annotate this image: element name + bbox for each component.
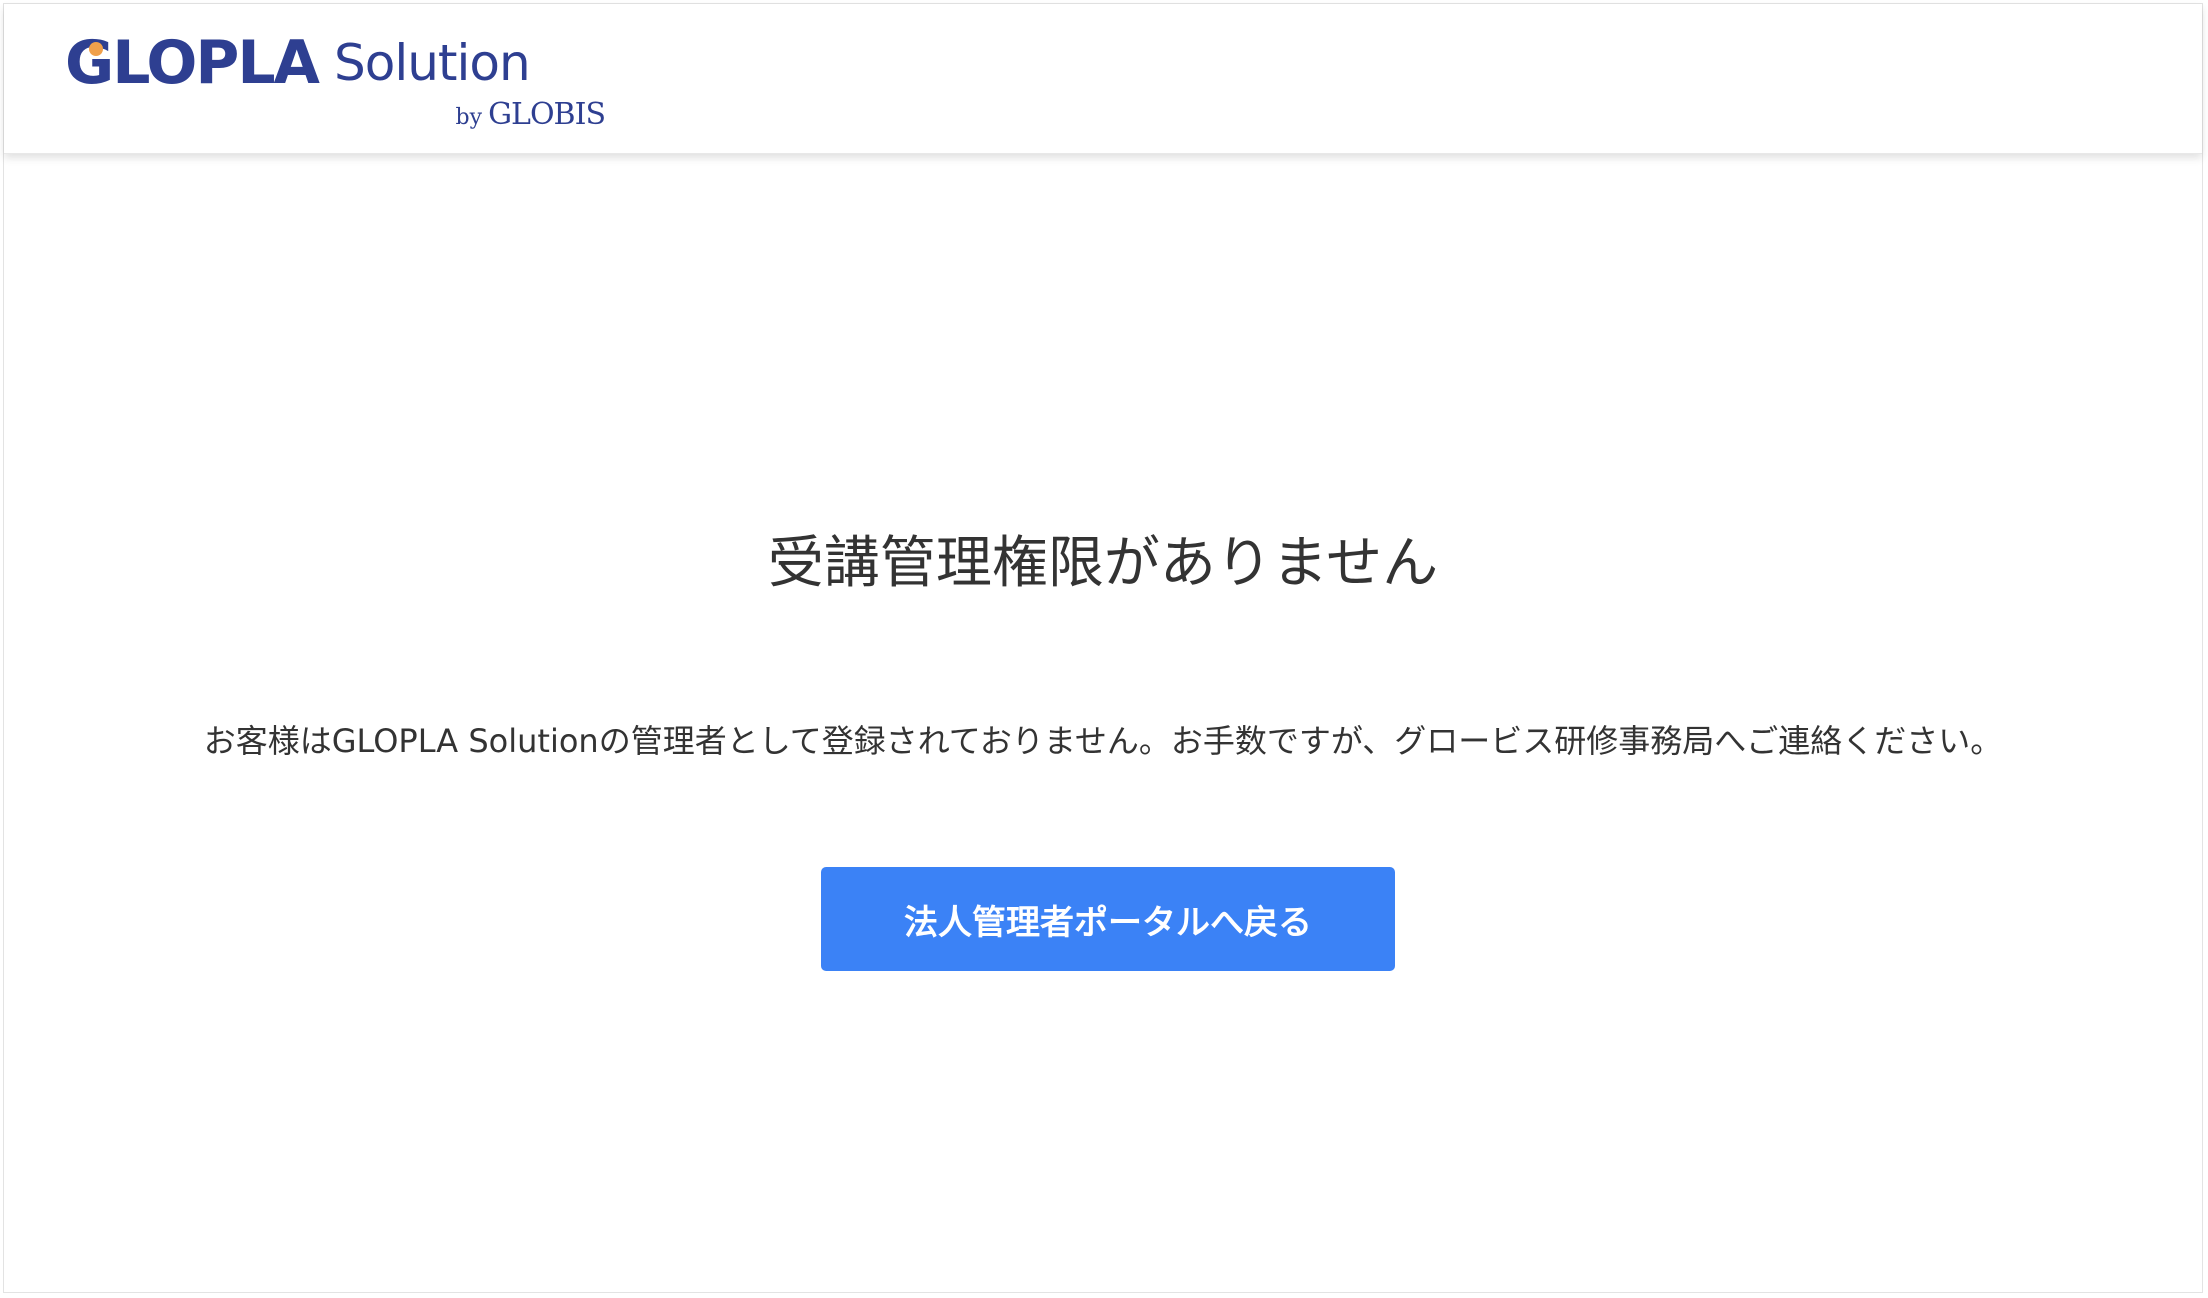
back-to-admin-portal-button[interactable]: 法人管理者ポータルへ戻る: [821, 867, 1395, 971]
logo-dot-icon: [89, 42, 103, 56]
main-content: 受講管理権限がありません お客様はGLOPLA Solutionの管理者として登…: [4, 154, 2202, 1294]
logo-brand-label: GLOPLA: [65, 28, 320, 98]
logo-wordmark: GLOPLA Solution: [65, 28, 531, 98]
glopla-solution-logo[interactable]: GLOPLA Solution by GLOBIS: [65, 28, 606, 138]
error-message: お客様はGLOPLA Solutionの管理者として登録されておりません。お手数…: [203, 722, 2003, 760]
logo-by-company: GLOBIS: [488, 97, 606, 132]
logo-brand-text: GLOPLA: [65, 28, 320, 98]
logo-by-prefix: by: [455, 105, 483, 130]
site-header: GLOPLA Solution by GLOBIS: [4, 4, 2202, 154]
page-title: 受講管理権限がありません: [767, 531, 1439, 596]
page-frame: GLOPLA Solution by GLOBIS 受講管理権限がありません お客…: [3, 3, 2203, 1293]
logo-product-text: Solution: [334, 34, 531, 92]
logo-by-globis: by GLOBIS: [455, 97, 606, 136]
